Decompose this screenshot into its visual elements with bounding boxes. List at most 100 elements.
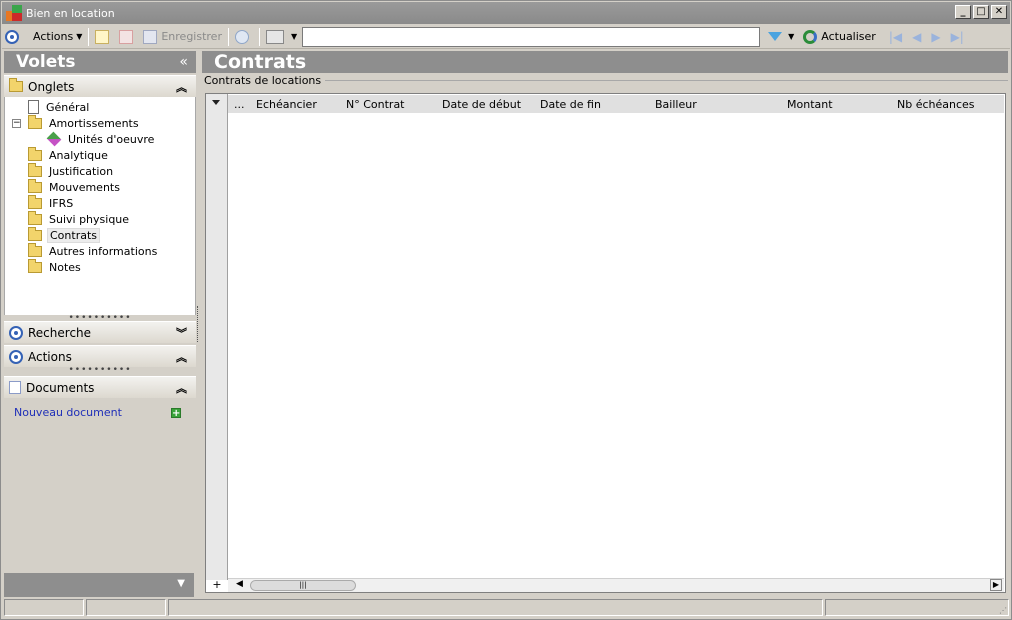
column-header-nb-echeances[interactable]: Nb échéances	[897, 98, 975, 111]
tree-item-unites-doeuvre[interactable]: Unités d'oeuvre	[5, 131, 195, 147]
scroll-right-icon[interactable]: ▶	[990, 579, 1002, 591]
documents-icon	[9, 381, 21, 394]
add-document-icon[interactable]: +	[171, 408, 181, 419]
tree-item-label: IFRS	[49, 196, 74, 210]
collapse-tree-toggle[interactable]: −	[12, 118, 21, 128]
previous-record-icon[interactable]: ◀	[912, 30, 921, 44]
column-header-bailleur[interactable]: Bailleur	[655, 98, 697, 111]
column-header-date-fin[interactable]: Date de fin	[540, 98, 601, 111]
delete-button[interactable]	[116, 26, 140, 48]
folder-icon	[28, 194, 42, 209]
tree-item-label: Général	[46, 100, 90, 114]
collapse-chevron-up-icon[interactable]: ︽	[176, 349, 187, 365]
navigation-icon	[5, 29, 19, 44]
actions-section-label: Actions	[28, 349, 72, 364]
new-document-link[interactable]: Nouveau document	[14, 406, 122, 419]
section-group: Contrats de locations	[204, 74, 1008, 87]
status-cell	[4, 599, 84, 616]
panels-header: Volets «	[4, 51, 196, 73]
delete-icon	[119, 29, 134, 44]
tree-item-autres-informations[interactable]: Autres informations	[5, 242, 195, 259]
tree-item-contrats[interactable]: Contrats	[5, 226, 195, 243]
sync-button[interactable]	[232, 26, 256, 48]
next-record-icon[interactable]: ▶	[931, 30, 940, 44]
save-button[interactable]: Enregistrer	[140, 26, 225, 48]
expand-chevron-down-icon[interactable]: ︾	[176, 325, 187, 341]
print-button[interactable]: ▼	[263, 26, 300, 48]
minimize-button[interactable]: _	[955, 5, 971, 19]
collapse-chevron-up-icon[interactable]: ︽	[176, 380, 187, 396]
nav-circle-button[interactable]	[2, 26, 22, 48]
actions-section-icon	[9, 349, 23, 364]
column-header-numero-contrat[interactable]: N° Contrat	[346, 98, 405, 111]
actions-menu-button[interactable]: Actions ▼	[30, 26, 85, 48]
main-content: Contrats Contrats de locations ... Echéa…	[202, 51, 1008, 598]
horizontal-scrollbar[interactable]: ◀ ||| ▶	[228, 578, 1004, 592]
folder-icon	[28, 162, 42, 177]
documents-body: Nouveau document +	[4, 398, 196, 550]
column-header-more[interactable]: ...	[234, 98, 245, 111]
folder-icon	[9, 78, 23, 92]
tree-item-analytique[interactable]: Analytique	[5, 146, 195, 163]
folder-icon	[28, 146, 42, 161]
panels-footer: ▼	[4, 573, 194, 597]
folder-open-icon	[28, 226, 42, 241]
column-header-echeancier[interactable]: Echéancier	[256, 98, 317, 111]
save-label: Enregistrer	[161, 30, 222, 43]
scroll-left-icon[interactable]: ◀	[236, 579, 243, 589]
tree-item-label: Contrats	[47, 227, 101, 243]
tree-item-label: Justification	[49, 164, 114, 178]
close-button[interactable]: ✕	[991, 5, 1007, 19]
filter-icon[interactable]	[768, 32, 783, 41]
footer-chevron-down-icon[interactable]: ▼	[177, 578, 185, 589]
search-section-header[interactable]: Recherche ︾	[4, 321, 196, 343]
tree-item-suivi-physique[interactable]: Suivi physique	[5, 210, 195, 227]
record-navigation: |◀ ◀ ▶ ▶|	[889, 30, 964, 44]
sync-icon	[234, 29, 249, 44]
section-divider	[325, 80, 1008, 81]
scrollbar-thumb[interactable]: |||	[250, 580, 356, 591]
caret-down-icon: ▼	[76, 32, 83, 41]
pane-splitter[interactable]	[197, 306, 200, 342]
documents-section-header[interactable]: Documents ︽	[4, 376, 196, 398]
maximize-button[interactable]: □	[973, 5, 989, 19]
content-header: Contrats	[202, 51, 1008, 73]
status-cell	[825, 599, 1009, 616]
folder-icon	[28, 114, 42, 129]
tree-item-ifrs[interactable]: IFRS	[5, 194, 195, 211]
actions-section-header[interactable]: Actions ︽	[4, 345, 196, 367]
toolbar: Actions ▼ Enregistrer ▼ ▼ Actualiser |◀ …	[2, 25, 1010, 49]
tree-item-mouvements[interactable]: Mouvements	[5, 178, 195, 195]
collapse-chevron-up-icon[interactable]: ︽	[176, 79, 187, 95]
new-button[interactable]	[92, 26, 116, 48]
collapse-panels-button[interactable]: «	[179, 54, 188, 70]
folder-icon	[28, 178, 42, 193]
column-header-date-debut[interactable]: Date de début	[442, 98, 521, 111]
first-record-icon[interactable]: |◀	[889, 30, 902, 44]
window-title: Bien en location	[26, 6, 115, 20]
folder-icon	[28, 258, 42, 273]
tree-item-label: Analytique	[49, 148, 108, 162]
caret-down-icon: ▼	[290, 32, 298, 41]
tabs-section-label: Onglets	[28, 79, 75, 94]
column-header-montant[interactable]: Montant	[787, 98, 833, 111]
column-chooser-icon[interactable]	[212, 100, 220, 105]
tree-item-general[interactable]: Général	[5, 99, 195, 115]
add-row-button[interactable]: +	[206, 578, 228, 592]
title-bar: Bien en location _ □ ✕	[2, 2, 1010, 24]
grid-row-header-column	[206, 94, 228, 580]
search-input[interactable]	[302, 26, 761, 47]
search-section-label: Recherche	[28, 325, 92, 340]
tree-item-justification[interactable]: Justification	[5, 162, 195, 179]
tree-item-notes[interactable]: Notes	[5, 258, 195, 275]
tabs-section-header[interactable]: Onglets ︽	[4, 75, 196, 97]
refresh-button[interactable]: Actualiser	[794, 26, 879, 48]
window-controls: _ □ ✕	[955, 5, 1007, 19]
tree-item-amortissements[interactable]: − Amortissements	[5, 114, 195, 131]
save-icon	[143, 29, 158, 44]
status-cell	[86, 599, 166, 616]
resize-grip-icon[interactable]: ⋰	[999, 606, 1007, 615]
tree-item-label: Amortissements	[49, 116, 139, 130]
last-record-icon[interactable]: ▶|	[951, 30, 964, 44]
section-resize-grip[interactable]: ••••••••••	[4, 366, 196, 375]
